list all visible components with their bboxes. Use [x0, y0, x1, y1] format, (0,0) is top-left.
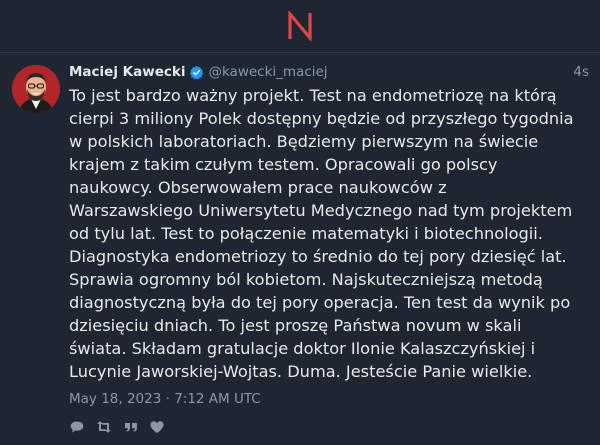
- tweet-timestamp[interactable]: May 18, 2023 · 7:12 AM UTC: [69, 391, 261, 407]
- author-name[interactable]: Maciej Kawecki: [69, 64, 185, 80]
- avatar[interactable]: [12, 65, 60, 113]
- tweet-actions: [69, 418, 165, 436]
- quote-icon[interactable]: [123, 419, 139, 435]
- top-bar: [0, 0, 600, 53]
- tweet-text: To jest bardzo ważny projekt. Test na en…: [69, 86, 574, 381]
- app-logo-icon[interactable]: [287, 11, 313, 41]
- relative-time[interactable]: 4s: [573, 64, 589, 80]
- author-handle[interactable]: @kawecki_maciej: [208, 64, 327, 80]
- verified-badge-icon: [189, 65, 204, 80]
- tweet-header: Maciej Kawecki @kawecki_maciej 4s: [69, 62, 589, 82]
- retweet-icon[interactable]: [95, 419, 113, 435]
- like-icon[interactable]: [149, 419, 165, 435]
- reply-icon[interactable]: [69, 419, 85, 435]
- tweet: Maciej Kawecki @kawecki_maciej 4s To jes…: [0, 53, 600, 445]
